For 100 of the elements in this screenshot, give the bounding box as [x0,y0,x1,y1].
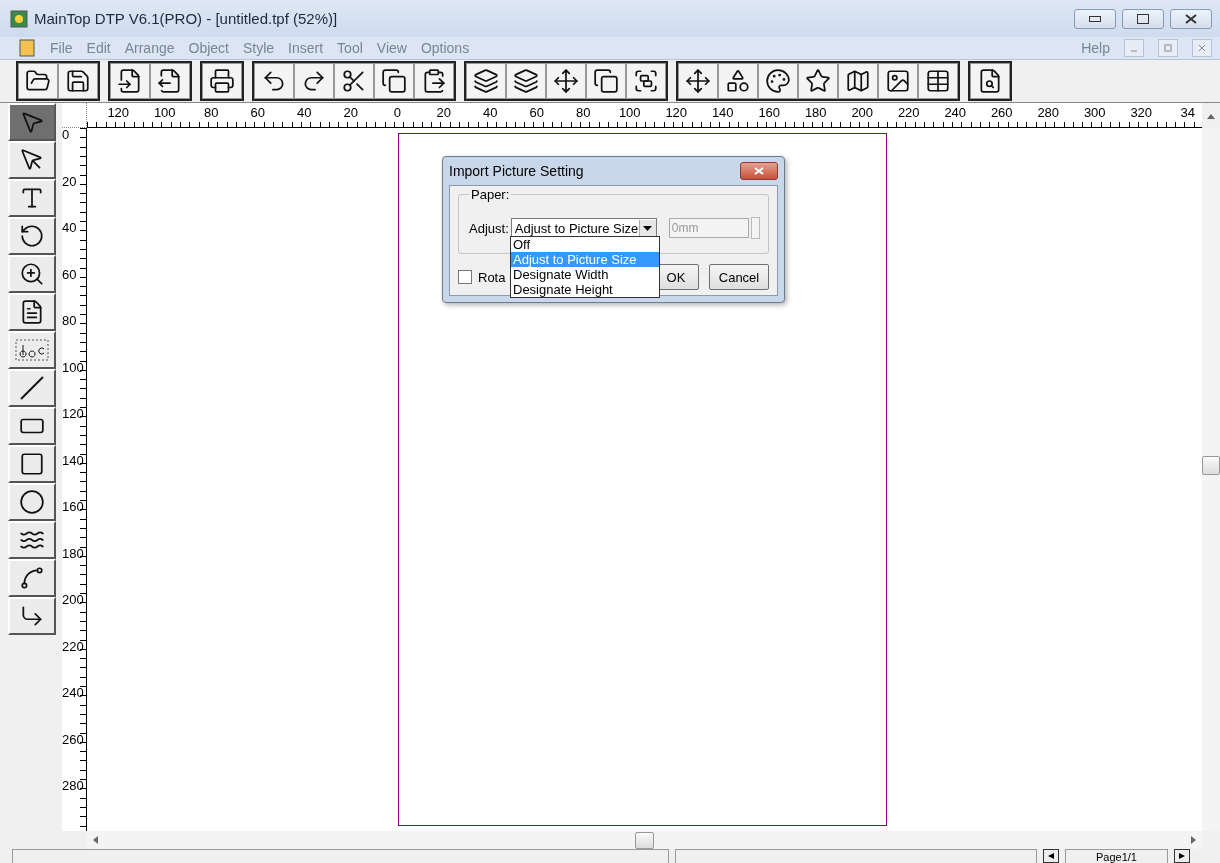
move-button[interactable] [678,63,718,99]
paste-button[interactable] [414,63,454,99]
menu-item[interactable]: Style [242,40,275,56]
tool-button[interactable] [8,445,56,483]
menu-item[interactable]: Object [188,40,229,56]
abc-icon [15,339,49,361]
ruler-label: 100 [62,360,85,377]
caret-icon [643,225,653,231]
close-icon [1185,13,1197,24]
ruler-label: 160 [757,104,782,122]
ruler-label: 20 [342,104,359,122]
restore-button[interactable] [1122,8,1164,29]
image-icon [885,68,911,94]
save-icon [65,68,91,94]
ruler-label: 60 [249,104,266,122]
ruler-label: 260 [989,104,1014,122]
checkbox-label: Rota [478,269,506,285]
horizontal-scrollbar[interactable] [87,831,1202,849]
tool-button[interactable] [8,369,56,407]
menu-item[interactable]: Arrange [124,40,175,56]
scroll-thumb[interactable] [1202,456,1220,475]
minimize-icon [1089,15,1101,22]
move-icon [685,68,711,94]
rounded-rectangle-icon [19,451,45,477]
scroll-thumb[interactable] [635,831,654,849]
ruler-label: 280 [1036,104,1061,122]
ruler-label: 180 [803,104,828,122]
ruler-label: 80 [575,104,592,122]
undo-button[interactable] [254,63,294,99]
close-icon [1198,44,1206,52]
menu-item[interactable]: Tool [337,40,363,56]
menu-item[interactable]: Edit [86,40,111,56]
scroll-right-icon[interactable] [1191,836,1196,844]
tool-button[interactable] [8,103,56,141]
tool-button[interactable] [8,217,56,255]
text-icon [19,185,45,211]
import-button[interactable] [110,63,150,99]
export-button[interactable] [150,63,190,99]
menu-item[interactable]: Help [1081,40,1110,56]
table-icon [925,68,951,94]
shapes-button[interactable] [718,63,758,99]
redo-button[interactable] [294,63,334,99]
group-label: Paper: [469,187,512,202]
window-title: MainTop DTP V6.1(PRO) - [untitled.tpf (52%)] [34,10,339,27]
tool-button[interactable] [8,331,56,369]
ruler-label: 100 [152,104,177,122]
map-button[interactable] [838,63,878,99]
tool-button[interactable] [8,483,56,521]
open-folder-button[interactable] [18,63,58,99]
ruler-label: 200 [62,593,85,609]
ruler-label: 60 [62,267,78,284]
tool-button[interactable] [8,141,56,179]
vertical-scrollbar[interactable] [1202,128,1220,831]
cancel-button[interactable]: Cancel [709,264,769,290]
palette-button[interactable] [758,63,798,99]
tool-button[interactable] [8,559,56,597]
ruler-label: 140 [62,453,85,470]
ruler-label: 40 [296,104,313,122]
checkbox[interactable] [458,270,472,284]
scroll-up-icon[interactable] [1207,112,1215,119]
close-button[interactable] [1170,8,1212,29]
layers-icon [513,68,539,94]
cut-button[interactable] [334,63,374,99]
menu-item[interactable]: View [376,40,407,56]
copy-button[interactable] [374,63,414,99]
layers-button[interactable] [466,63,506,99]
page-indicator: Page1/1 [1065,849,1168,863]
adjust-dropdown[interactable]: Adjust to Picture Size [510,218,657,238]
previous-page-button[interactable] [1043,849,1059,863]
tool-button[interactable] [8,293,56,331]
ruler-label: 240 [943,104,968,122]
save-button[interactable] [58,63,98,99]
dropdown-option[interactable]: Adjust to Picture Size [511,252,659,267]
left-arrow-icon [1048,853,1054,859]
star-button[interactable] [798,63,838,99]
next-page-button[interactable] [1174,849,1190,863]
import-icon [117,68,143,94]
scroll-left-icon[interactable] [93,836,98,844]
minimize-button[interactable] [1074,8,1116,29]
tool-button[interactable] [8,255,56,293]
ruler-label: 100 [617,104,642,122]
menu-item[interactable]: File [50,40,73,56]
ruler-label: 240 [62,686,85,702]
menu-item[interactable]: Options [420,40,470,56]
text-frame-icon [19,299,45,325]
tool-button[interactable] [8,597,56,635]
tool-button[interactable] [8,521,56,559]
layers-button[interactable] [506,63,546,99]
print-icon [209,68,235,94]
image-button[interactable] [878,63,918,99]
group-button[interactable] [626,63,666,99]
shapes-icon [725,68,751,94]
table-button[interactable] [918,63,958,99]
close-button[interactable] [740,162,778,180]
menu-item[interactable]: Insert [288,40,324,56]
tool-button[interactable] [8,179,56,217]
close-icon [754,167,764,175]
tool-button[interactable] [8,407,56,445]
ruler-label: 120 [106,104,131,122]
layers-icon [473,68,499,94]
